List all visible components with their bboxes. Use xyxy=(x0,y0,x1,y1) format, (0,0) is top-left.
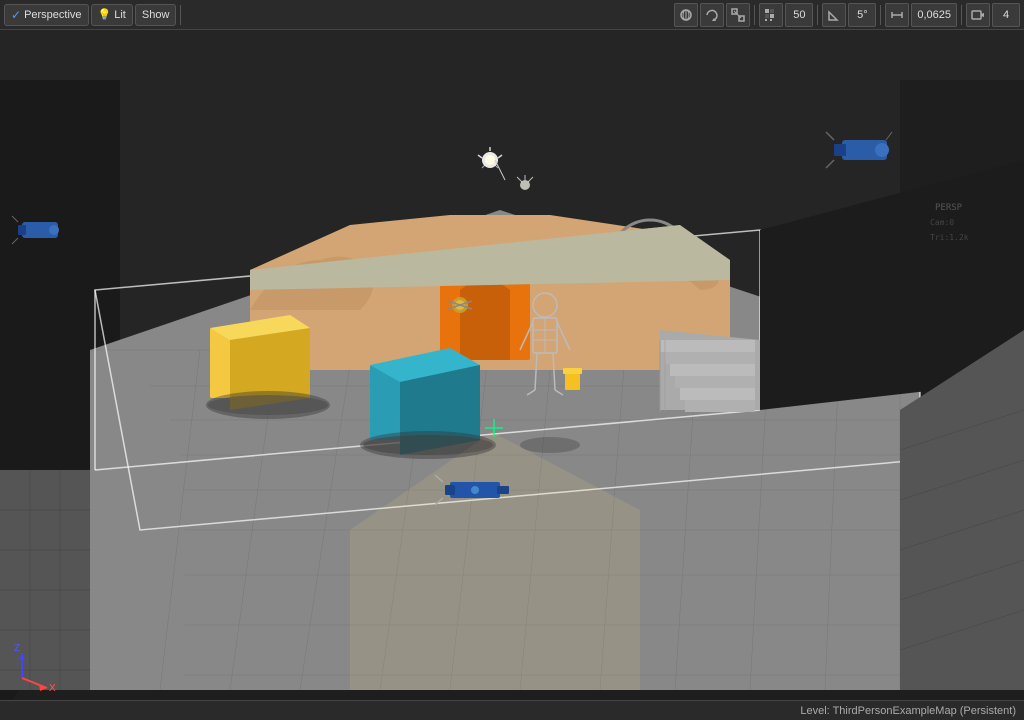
scene-viewport[interactable]: Z X PERSP Cam:0 Tri:1.2k xyxy=(0,30,1024,720)
viewport: ✓ Perspective 💡 Lit Show xyxy=(0,0,1024,720)
fov-value[interactable]: 50 xyxy=(785,3,813,27)
lit-label: Lit xyxy=(114,9,126,21)
toolbar-right: 50 5° 0,0625 4 xyxy=(674,3,1020,27)
transform-icon-1[interactable] xyxy=(674,3,698,27)
show-button[interactable]: Show xyxy=(135,4,177,26)
svg-text:Z: Z xyxy=(14,643,20,654)
perspective-button[interactable]: ✓ Perspective xyxy=(4,4,89,26)
scene-svg: Z X PERSP Cam:0 Tri:1.2k xyxy=(0,30,1024,720)
camera-icon[interactable] xyxy=(966,3,990,27)
perspective-label: Perspective xyxy=(24,9,81,21)
separator-3 xyxy=(817,5,818,25)
separator-5 xyxy=(961,5,962,25)
statusbar: Level: ThirdPersonExampleMap (Persistent… xyxy=(0,700,1024,720)
angle-value[interactable]: 5° xyxy=(848,3,876,27)
svg-text:Tri:1.2k: Tri:1.2k xyxy=(930,233,969,242)
scale-value[interactable]: 0,0625 xyxy=(911,3,957,27)
rotate-icon[interactable] xyxy=(700,3,724,27)
separator-4 xyxy=(880,5,881,25)
grid-icon[interactable] xyxy=(759,3,783,27)
level-text: Level: ThirdPersonExampleMap (Persistent… xyxy=(800,705,1016,717)
svg-text:PERSP: PERSP xyxy=(935,203,963,213)
toolbar: ✓ Perspective 💡 Lit Show xyxy=(0,0,1024,30)
separator-1 xyxy=(180,5,181,25)
scale-icon[interactable] xyxy=(726,3,750,27)
lit-icon: 💡 xyxy=(98,8,112,21)
separator-2 xyxy=(754,5,755,25)
show-label: Show xyxy=(142,9,170,21)
svg-text:Cam:0: Cam:0 xyxy=(930,218,954,227)
angle-icon[interactable] xyxy=(822,3,846,27)
svg-text:X: X xyxy=(49,683,56,694)
camera-count[interactable]: 4 xyxy=(992,3,1020,27)
scale-snap-icon[interactable] xyxy=(885,3,909,27)
lit-button[interactable]: 💡 Lit xyxy=(91,4,133,26)
